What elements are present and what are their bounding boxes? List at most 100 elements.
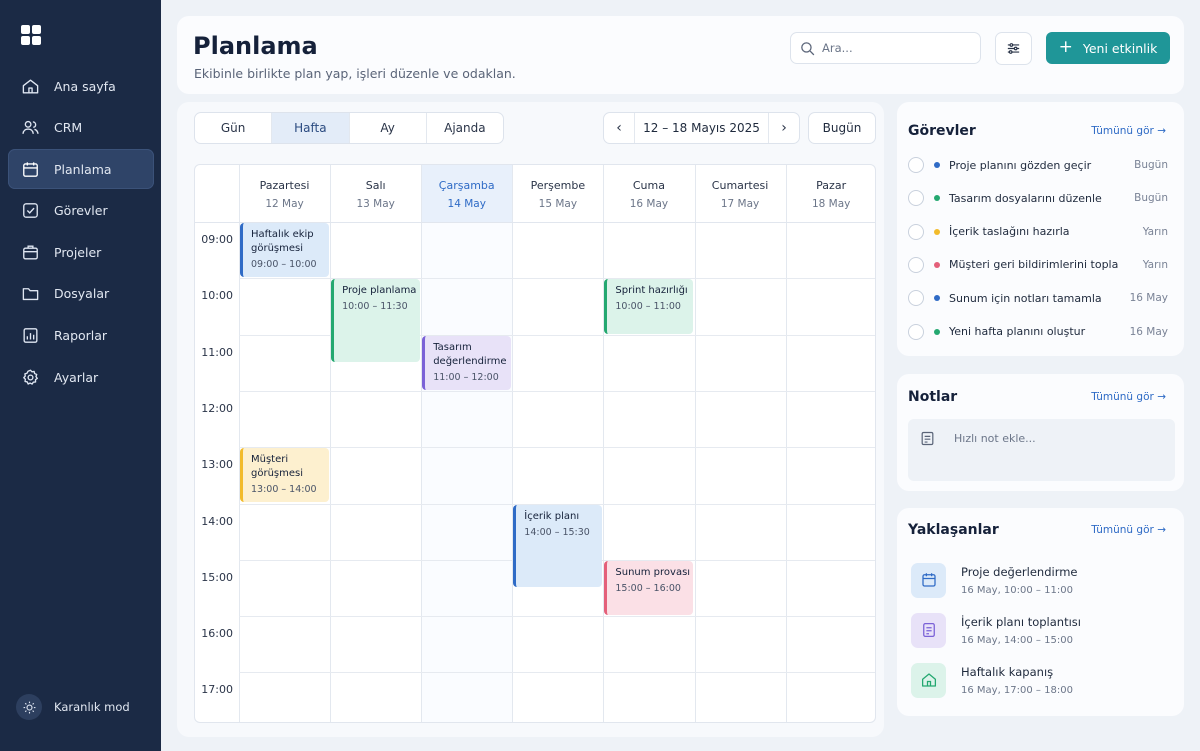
- upcoming-text: İçerik planı toplantısı 16 May, 14:00 – 1…: [961, 615, 1081, 646]
- hour-label: 11:00: [201, 345, 233, 359]
- sidebar-item-ayarlar[interactable]: Ayarlar: [8, 357, 154, 397]
- task-checkbox[interactable]: [908, 190, 924, 207]
- task-checkbox[interactable]: [908, 256, 924, 273]
- task-checkbox[interactable]: [908, 223, 924, 240]
- day-header[interactable]: Pazar 18 May: [786, 165, 875, 222]
- day-header[interactable]: Cumartesi 17 May: [695, 165, 786, 222]
- arrow-right-icon: →: [1157, 391, 1166, 403]
- upcoming-text: Proje değerlendirme 16 May, 10:00 – 11:00: [961, 565, 1078, 596]
- task-color-dot: [934, 162, 940, 168]
- hour-label: 13:00: [201, 458, 233, 472]
- calendar-event[interactable]: Haftalık ekip görüşmesi 09:00 – 10:00: [240, 223, 330, 278]
- upcoming-panel: Yaklaşanlar Tümünü gör → Proje değerlend…: [897, 508, 1184, 716]
- sidebar-item-gorevler[interactable]: Görevler: [8, 191, 154, 231]
- task-checkbox[interactable]: [908, 157, 924, 173]
- sidebar-item-planlama[interactable]: Planlama: [8, 149, 154, 190]
- upcoming-see-all-link[interactable]: Tümünü gör →: [1091, 524, 1166, 536]
- upcoming-item[interactable]: İçerik planı toplantısı 16 May, 14:00 – 1…: [911, 610, 1170, 650]
- tab-hafta[interactable]: Hafta: [272, 113, 350, 143]
- search-icon: [801, 41, 815, 55]
- tasks-panel: Görevler Tümünü gör → Proje planını gözd…: [897, 102, 1184, 356]
- quick-note-input[interactable]: [954, 432, 1154, 445]
- day-header[interactable]: Cuma 16 May: [603, 165, 694, 222]
- calendar-event[interactable]: İçerik planı 14:00 – 15:30: [513, 504, 603, 587]
- page-title: Planlama: [193, 32, 318, 60]
- hour-label: 14:00: [201, 514, 233, 528]
- day-date: 14 May: [447, 198, 486, 210]
- document-icon: [911, 612, 946, 648]
- task-item[interactable]: Proje planını gözden geçir Bugün: [908, 152, 1168, 178]
- upcoming-item[interactable]: Haftalık kapanış 16 May, 17:00 – 18:00: [911, 660, 1170, 700]
- day-date: 13 May: [356, 198, 395, 210]
- event-time: 13:00 – 14:00: [251, 484, 317, 496]
- tasks-see-all-link[interactable]: Tümünü gör →: [1091, 125, 1166, 137]
- task-checkbox[interactable]: [908, 290, 924, 307]
- calendar-event[interactable]: Sprint hazırlığı 10:00 – 11:00: [604, 279, 694, 334]
- new-event-button[interactable]: + Yeni etkinlik: [1046, 32, 1170, 64]
- event-title: Tasarım değerlendirme: [433, 341, 507, 367]
- sidebar-item-projeler[interactable]: Projeler: [8, 232, 154, 272]
- hour-label: 17:00: [201, 683, 233, 697]
- hour-label: 16:00: [201, 627, 233, 641]
- day-date: 12 May: [265, 198, 304, 210]
- task-item[interactable]: Yeni hafta planını oluştur 16 May: [908, 319, 1168, 345]
- calendar-icon: [23, 162, 38, 177]
- sidebar-item-ana-sayfa[interactable]: Ana sayfa: [8, 66, 154, 106]
- calendar-event[interactable]: Sunum provası 15:00 – 16:00: [604, 560, 694, 616]
- day-header[interactable]: Salı 13 May: [330, 165, 421, 222]
- day-date: 15 May: [538, 198, 578, 210]
- task-item[interactable]: Tasarım dosyalarını düzenle Bugün: [908, 185, 1168, 211]
- grid-line: [239, 672, 875, 674]
- event-title: Sunum provası: [615, 566, 691, 578]
- event-time: 10:00 – 11:00: [615, 301, 681, 313]
- page-subtitle: Ekibinle birlikte plan yap, işleri düzen…: [194, 66, 516, 81]
- task-text: Proje planını gözden geçir: [949, 158, 1092, 172]
- prev-week-button[interactable]: ‹: [604, 113, 635, 143]
- upcoming-time: 16 May, 17:00 – 18:00: [961, 684, 1073, 696]
- task-text: Sunum için notları tamamla: [949, 291, 1102, 305]
- next-week-button[interactable]: ›: [768, 113, 799, 143]
- sidebar-item-label: Görevler: [54, 203, 108, 219]
- app-logo-icon[interactable]: [21, 25, 41, 45]
- sidebar-item-label: CRM: [54, 120, 83, 136]
- day-header[interactable]: Pazartesi 12 May: [239, 165, 330, 222]
- grid-line: [421, 165, 423, 722]
- tab-gun[interactable]: Gün: [195, 113, 273, 143]
- task-color-dot: [934, 328, 940, 335]
- dark-mode-toggle[interactable]: Karanlık mod: [16, 694, 130, 720]
- event-time: 14:00 – 15:30: [524, 526, 590, 538]
- today-column: [421, 222, 513, 722]
- grid-line: [512, 165, 514, 722]
- task-text: Tasarım dosyalarını düzenle: [949, 191, 1102, 205]
- task-item[interactable]: İçerik taslağını hazırla Yarın: [908, 219, 1168, 245]
- sidebar-item-dosyalar[interactable]: Dosyalar: [8, 274, 154, 314]
- event-time: 11:00 – 12:00: [433, 371, 499, 383]
- calendar-event[interactable]: Müşteri görüşmesi 13:00 – 14:00: [240, 448, 330, 503]
- day-name: Çarşamba: [438, 179, 495, 192]
- sidebar-nav: Ana sayfa CRM Planlama Görevler Projeler…: [8, 66, 154, 399]
- note-icon: [921, 431, 934, 446]
- task-checkbox[interactable]: [908, 323, 924, 340]
- sidebar-item-raporlar[interactable]: Raporlar: [8, 316, 154, 356]
- arrow-right-icon: →: [1157, 524, 1166, 536]
- tab-ay[interactable]: Ay: [350, 113, 427, 143]
- today-button[interactable]: Bugün: [808, 112, 876, 144]
- tab-ajanda[interactable]: Ajanda: [427, 113, 503, 143]
- sidebar-item-crm[interactable]: CRM: [8, 108, 154, 148]
- home-icon: [911, 662, 946, 698]
- task-item[interactable]: Sunum için notları tamamla 16 May: [908, 285, 1168, 311]
- briefcase-icon: [23, 245, 38, 260]
- sidebar-item-label: Projeler: [54, 244, 102, 260]
- day-header[interactable]: Perşembe 15 May: [512, 165, 603, 222]
- task-item[interactable]: Müşteri geri bildirimlerini topla Yarın: [908, 252, 1168, 278]
- upcoming-item[interactable]: Proje değerlendirme 16 May, 10:00 – 11:00: [911, 560, 1170, 600]
- sidebar: Ana sayfa CRM Planlama Görevler Projeler…: [0, 0, 161, 751]
- search-input[interactable]: [822, 41, 972, 55]
- calendar-event[interactable]: Proje planlama 10:00 – 11:30: [331, 279, 421, 362]
- filter-button[interactable]: [995, 32, 1032, 65]
- see-all-label: Tümünü gör: [1091, 391, 1154, 403]
- task-due: Bugün: [1134, 192, 1168, 205]
- calendar-event[interactable]: Tasarım değerlendirme 11:00 – 12:00: [422, 335, 512, 390]
- day-header[interactable]: Çarşamba 14 May: [421, 165, 513, 222]
- notes-see-all-link[interactable]: Tümünü gör →: [1091, 391, 1166, 403]
